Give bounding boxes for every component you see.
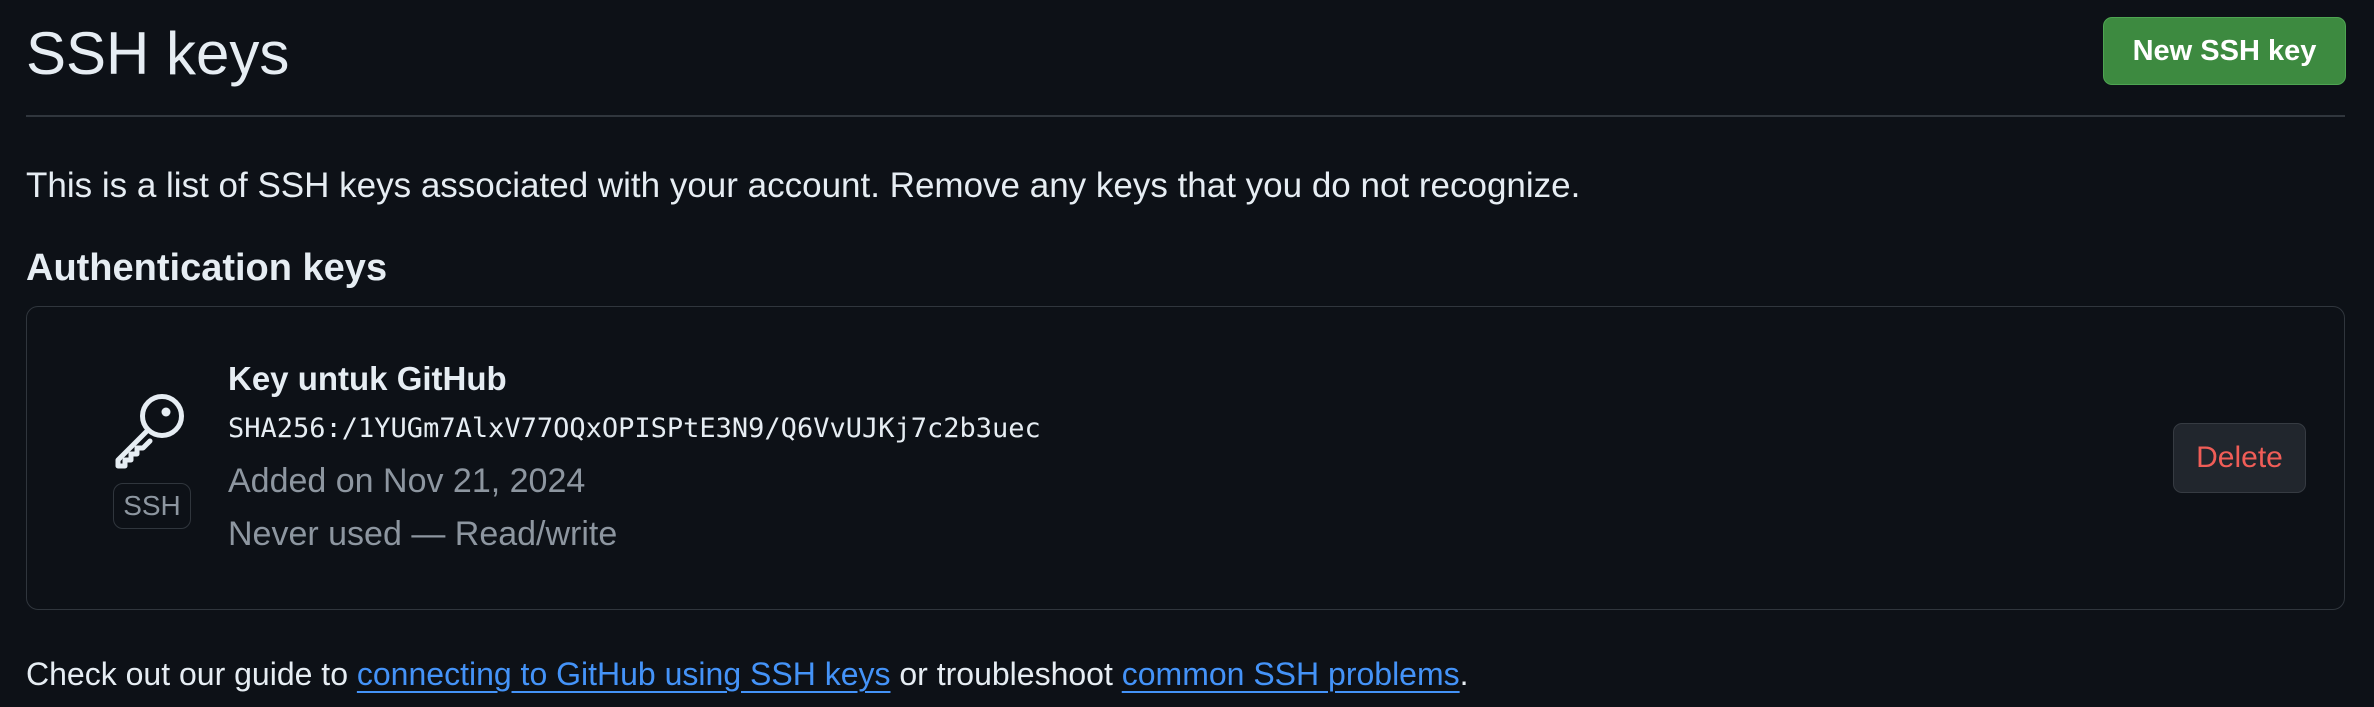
key-usage-status: Never used — Read/write — [228, 515, 618, 553]
new-ssh-key-button[interactable]: New SSH key — [2103, 17, 2346, 85]
footer-prefix: Check out our guide to — [26, 656, 357, 692]
footer-help-text: Check out our guide to connecting to Git… — [26, 652, 1469, 696]
key-added-date: Added on Nov 21, 2024 — [228, 462, 586, 500]
delete-key-button[interactable]: Delete — [2173, 423, 2306, 493]
ssh-guide-link[interactable]: connecting to GitHub using SSH keys — [357, 656, 891, 692]
page-title: SSH keys — [26, 20, 290, 87]
key-fingerprint: SHA256:/1YUGm7AlxV77OQxOPISPtE3N9/Q6VvUJ… — [228, 413, 1041, 444]
key-details: Key untuk GitHub SHA256:/1YUGm7AlxV77OQx… — [228, 357, 1041, 556]
intro-text: This is a list of SSH keys associated wi… — [26, 166, 1581, 205]
ssh-troubleshoot-link[interactable]: common SSH problems — [1122, 656, 1460, 692]
section-title-authentication-keys: Authentication keys — [26, 247, 388, 289]
footer-middle: or troubleshoot — [890, 656, 1122, 692]
ssh-key-list: SSH Key untuk GitHub SHA256:/1YUGm7AlxV7… — [26, 306, 2345, 610]
header-divider — [26, 115, 2345, 117]
key-icon — [109, 383, 195, 469]
ssh-type-badge: SSH — [113, 483, 191, 529]
key-title: Key untuk GitHub — [228, 360, 507, 397]
key-icon-column: SSH — [107, 383, 197, 529]
footer-suffix: . — [1459, 656, 1469, 692]
